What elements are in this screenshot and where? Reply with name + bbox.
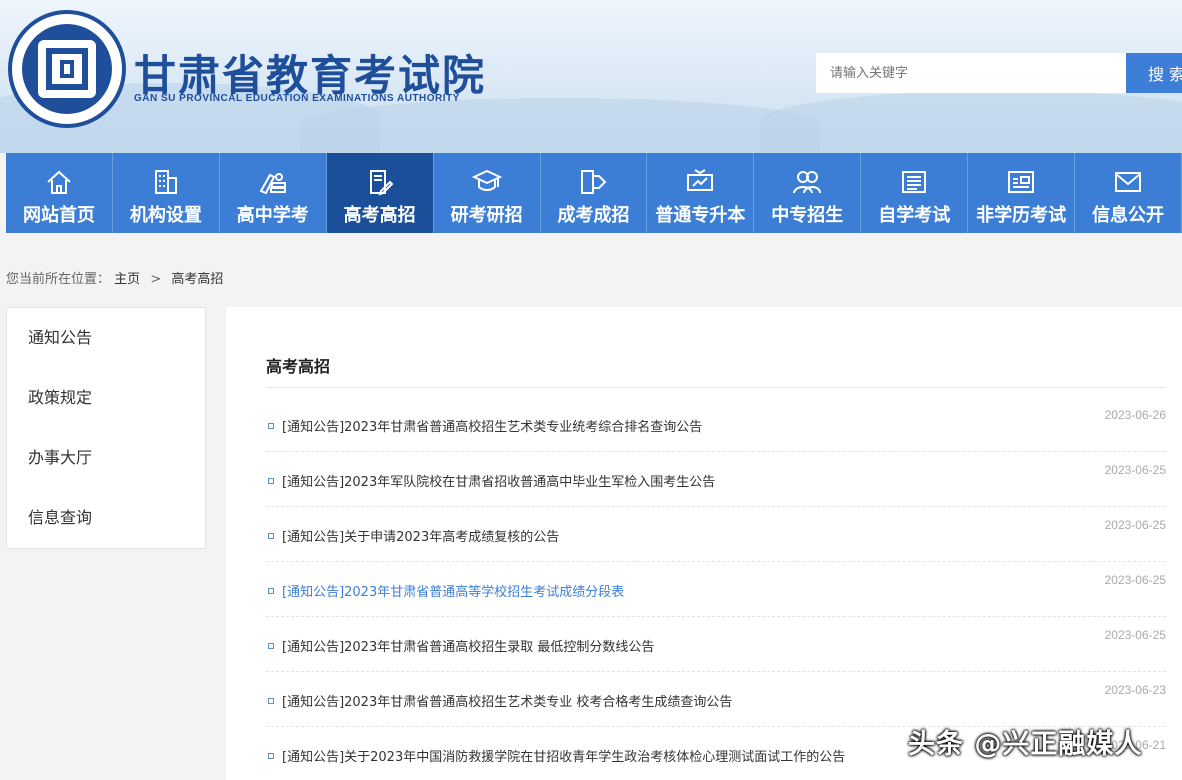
list-item[interactable]: [通知公告]2023年甘肃省普通高校招生录取 最低控制分数线公告 2023-06… xyxy=(266,617,1166,672)
mountain-decoration xyxy=(300,98,820,153)
exam-paper-icon xyxy=(365,167,395,197)
building-icon xyxy=(151,167,181,197)
id-card-icon xyxy=(1006,167,1036,197)
nav-label: 中专招生 xyxy=(771,205,844,226)
bullet-icon xyxy=(268,753,274,759)
article-date: 2023-06-25 xyxy=(1104,628,1166,642)
nav-item-upgrade[interactable]: 普通专升本 xyxy=(647,153,755,233)
sidebar: 通知公告 政策规定 办事大厅 信息查询 xyxy=(6,307,206,549)
site-header: 甘肃省教育考试院 GAN SU PROVINCAL EDUCATION EXAM… xyxy=(0,0,1182,153)
nav-item-information-disclosure[interactable]: 信息公开 xyxy=(1075,153,1182,233)
bullet-icon xyxy=(268,643,274,649)
sidebar-item-info-query[interactable]: 信息查询 xyxy=(7,488,205,548)
nav-label: 非学历考试 xyxy=(976,205,1067,226)
article-link[interactable]: [通知公告]关于2023年中国消防救援学院在甘招收青年学生政治考核体检心理测试面… xyxy=(282,746,845,765)
sidebar-item-notices[interactable]: 通知公告 xyxy=(7,308,205,368)
mountain-decoration xyxy=(760,91,1182,153)
list-item[interactable]: [通知公告]关于申请2023年高考成绩复核的公告 2023-06-25 xyxy=(266,507,1166,562)
list-item[interactable]: [通知公告]2023年甘肃省普通高校招生艺术类专业统考综合排名查询公告 2023… xyxy=(266,397,1166,452)
article-date: 2023-06-25 xyxy=(1104,518,1166,532)
article-date: 2023-06-25 xyxy=(1104,573,1166,587)
bullet-icon xyxy=(268,478,274,484)
article-link[interactable]: [通知公告]2023年甘肃省普通高校招生艺术类专业 校考合格考生成绩查询公告 xyxy=(282,691,732,710)
nav-label: 网站首页 xyxy=(22,205,95,226)
nav-item-organization[interactable]: 机构设置 xyxy=(113,153,220,233)
list-item[interactable]: [通知公告]2023年甘肃省普通高校招生艺术类专业 校考合格考生成绩查询公告 2… xyxy=(266,672,1166,727)
content-panel: 高考高招 [通知公告]2023年甘肃省普通高校招生艺术类专业统考综合排名查询公告… xyxy=(226,307,1182,780)
article-link[interactable]: [通知公告]2023年军队院校在甘肃省招收普通高中毕业生军检入围考生公告 xyxy=(282,471,715,490)
divider xyxy=(266,387,1166,388)
people-icon xyxy=(792,167,822,197)
breadcrumb-current: 高考高招 xyxy=(171,272,224,287)
bullet-icon xyxy=(268,423,274,429)
nav-label: 普通专升本 xyxy=(655,205,746,226)
nav-label: 成考成招 xyxy=(557,205,630,226)
watermark-text: 头条 @兴正融媒人 xyxy=(908,729,1143,760)
nav-label: 机构设置 xyxy=(129,205,202,226)
main-navigation: 网站首页 机构设置 高中学考 高考高招 研考研招 成考成招 普通专升本 中专招生… xyxy=(6,153,1182,233)
sidebar-item-policies[interactable]: 政策规定 xyxy=(7,368,205,428)
nav-label: 高考高招 xyxy=(343,205,416,226)
nav-item-postgraduate[interactable]: 研考研招 xyxy=(434,153,541,233)
breadcrumb-home-link[interactable]: 主页 xyxy=(114,272,140,287)
article-date: 2023-06-26 xyxy=(1104,408,1166,422)
section-title: 高考高招 xyxy=(266,357,331,376)
nav-label: 信息公开 xyxy=(1092,205,1165,226)
site-subtitle: GAN SU PROVINCAL EDUCATION EXAMINATIONS … xyxy=(134,93,460,104)
graduation-cap-icon xyxy=(471,167,502,197)
article-date: 2023-06-25 xyxy=(1104,463,1166,477)
search-input[interactable] xyxy=(816,53,1126,93)
article-date: 2023-06-23 xyxy=(1104,683,1166,697)
bullet-icon xyxy=(268,698,274,704)
list-item[interactable]: [通知公告]2023年军队院校在甘肃省招收普通高中毕业生军检入围考生公告 202… xyxy=(266,452,1166,507)
list-item[interactable]: [通知公告]2023年甘肃省普通高等学校招生考试成绩分段表 2023-06-25 xyxy=(266,562,1166,617)
nav-item-self-study[interactable]: 自学考试 xyxy=(861,153,969,233)
breadcrumb-separator: > xyxy=(150,272,162,287)
nav-item-gaokao[interactable]: 高考高招 xyxy=(326,153,434,233)
article-link[interactable]: [通知公告]关于申请2023年高考成绩复核的公告 xyxy=(282,526,559,545)
nav-item-home[interactable]: 网站首页 xyxy=(6,153,113,233)
article-link[interactable]: [通知公告]2023年甘肃省普通高校招生艺术类专业统考综合排名查询公告 xyxy=(282,416,702,435)
mail-icon xyxy=(1113,167,1143,197)
authority-emblem-logo[interactable] xyxy=(8,10,126,128)
breadcrumb-prefix: 您当前所在位置： xyxy=(6,272,111,287)
search-button[interactable]: 搜 索 xyxy=(1126,53,1182,93)
bullet-icon xyxy=(268,533,274,539)
home-icon xyxy=(44,167,74,197)
nav-label: 研考研招 xyxy=(450,205,523,226)
book-arrow-icon xyxy=(578,167,608,197)
article-link[interactable]: [通知公告]2023年甘肃省普通高等学校招生考试成绩分段表 xyxy=(282,581,624,600)
nav-label: 高中学考 xyxy=(236,205,309,226)
books-icon xyxy=(258,167,288,197)
presentation-icon xyxy=(685,167,715,197)
nav-label: 自学考试 xyxy=(878,205,951,226)
bullet-icon xyxy=(268,588,274,594)
nav-item-non-degree[interactable]: 非学历考试 xyxy=(968,153,1076,233)
breadcrumb: 您当前所在位置： 主页 > 高考高招 xyxy=(6,268,223,287)
nav-item-high-school-exam[interactable]: 高中学考 xyxy=(220,153,327,233)
article-link[interactable]: [通知公告]2023年甘肃省普通高校招生录取 最低控制分数线公告 xyxy=(282,636,654,655)
sidebar-item-service-hall[interactable]: 办事大厅 xyxy=(7,428,205,488)
nav-item-secondary-vocational[interactable]: 中专招生 xyxy=(754,153,862,233)
nav-item-adult-exam[interactable]: 成考成招 xyxy=(541,153,648,233)
document-icon xyxy=(899,167,929,197)
